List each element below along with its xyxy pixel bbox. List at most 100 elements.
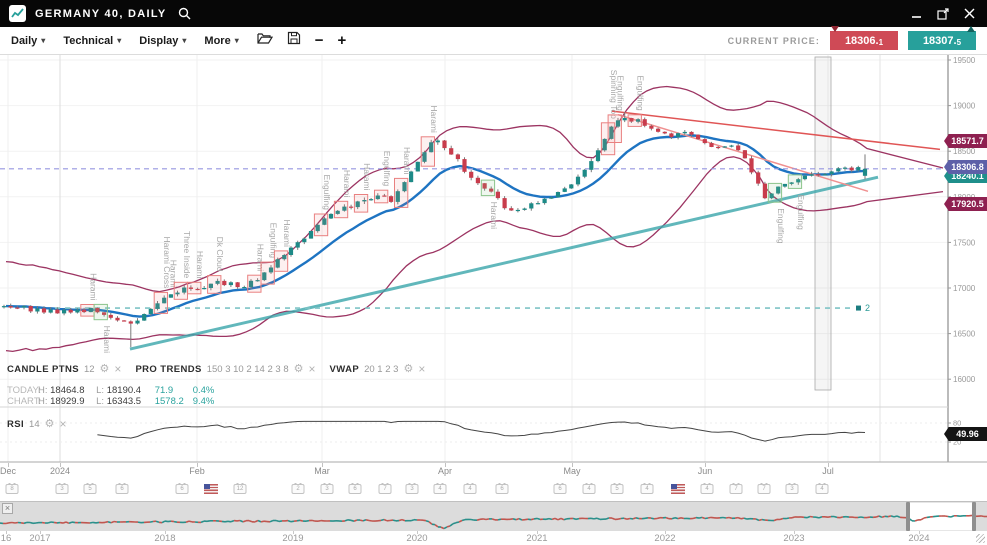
x-axis-label: Jul bbox=[822, 466, 834, 476]
minimize-button[interactable] bbox=[911, 8, 922, 19]
anchor-label: 2 bbox=[865, 303, 870, 313]
display-menu[interactable]: Display▾ bbox=[139, 35, 186, 47]
flag-us-icon[interactable] bbox=[671, 484, 685, 494]
calendar-event-icon[interactable]: 3 bbox=[786, 484, 799, 494]
current-price-tag: 18306.8 bbox=[944, 160, 987, 174]
popout-button[interactable] bbox=[937, 8, 949, 20]
flag-us-icon[interactable] bbox=[204, 484, 218, 494]
gear-icon[interactable]: ⚙ bbox=[294, 364, 304, 375]
calendar-event-icon[interactable]: 4 bbox=[641, 484, 654, 494]
calendar-event-icon[interactable]: 3 bbox=[321, 484, 334, 494]
x-axis-label: Mar bbox=[314, 466, 330, 476]
svg-text:Engulfing: Engulfing bbox=[382, 151, 392, 187]
svg-text:19000: 19000 bbox=[953, 102, 976, 111]
x-axis-label: 2024 bbox=[50, 466, 70, 476]
svg-text:Engulfing: Engulfing bbox=[322, 175, 332, 211]
close-button[interactable] bbox=[964, 8, 975, 19]
svg-text:Harami: Harami bbox=[282, 219, 292, 247]
vwap-indicator: VWAP20 1 2 3 ⚙× bbox=[330, 363, 426, 375]
navigator-right-handle[interactable] bbox=[972, 502, 976, 531]
calendar-event-icon[interactable]: 6 bbox=[176, 484, 189, 494]
save-icon[interactable] bbox=[287, 31, 301, 50]
remove-indicator-icon[interactable]: × bbox=[309, 363, 316, 375]
ask-price-badge[interactable]: 18307.5 bbox=[908, 31, 976, 50]
year-label: 2019 bbox=[282, 533, 303, 544]
remove-indicator-icon[interactable]: × bbox=[60, 418, 67, 430]
calendar-event-icon[interactable]: 4 bbox=[701, 484, 714, 494]
calendar-event-icon[interactable]: 6 bbox=[496, 484, 509, 494]
calendar-event-icon[interactable]: 8 bbox=[6, 484, 19, 494]
anchor-marker[interactable] bbox=[856, 306, 861, 311]
zoom-out-button[interactable]: − bbox=[315, 33, 324, 48]
calendar-event-icon[interactable]: 5 bbox=[611, 484, 624, 494]
rsi-panel[interactable]: 8020 bbox=[0, 419, 961, 447]
year-label: 2023 bbox=[783, 533, 804, 544]
zoom-in-button[interactable]: + bbox=[337, 33, 346, 48]
year-label: 2017 bbox=[29, 533, 50, 544]
candle-patterns-indicator: CANDLE PTNS12 ⚙× bbox=[7, 363, 121, 375]
gear-icon[interactable]: ⚙ bbox=[100, 364, 110, 375]
calendar-event-icon[interactable]: 4 bbox=[816, 484, 829, 494]
calendar-event-icon[interactable]: 12 bbox=[234, 484, 247, 494]
calendar-event-icon[interactable]: 4 bbox=[583, 484, 596, 494]
year-label: 2022 bbox=[654, 533, 675, 544]
year-label: 2018 bbox=[154, 533, 175, 544]
upper-band-price-tag: 18571.7 bbox=[944, 134, 987, 148]
chevron-down-icon: ▾ bbox=[182, 36, 186, 45]
svg-text:Dk Cloud: Dk Cloud bbox=[215, 237, 225, 272]
calendar-event-icon[interactable]: 6 bbox=[116, 484, 129, 494]
svg-text:16500: 16500 bbox=[953, 330, 976, 339]
resize-grip[interactable] bbox=[976, 534, 985, 543]
gear-icon[interactable]: ⚙ bbox=[403, 364, 413, 375]
remove-indicator-icon[interactable]: × bbox=[418, 363, 425, 375]
svg-text:Three Inside: Three Inside bbox=[182, 231, 192, 279]
svg-text:Harami: Harami bbox=[429, 105, 439, 133]
highlight-region[interactable] bbox=[815, 57, 831, 390]
lower-band-price-tag: 17920.5 bbox=[944, 197, 987, 211]
calendar-event-icon[interactable]: 2 bbox=[292, 484, 305, 494]
x-axis-label: Feb bbox=[189, 466, 205, 476]
x-axis-strip[interactable]: Dec2024FebMarAprMayJunJul bbox=[0, 463, 987, 479]
navigator-years-strip: 1620172018201920202021202220232024 bbox=[0, 531, 987, 545]
remove-indicator-icon[interactable]: × bbox=[114, 363, 121, 375]
calendar-event-icon[interactable]: 6 bbox=[554, 484, 567, 494]
more-menu[interactable]: More▾ bbox=[204, 35, 238, 47]
calendar-event-icon[interactable]: 6 bbox=[349, 484, 362, 494]
app-logo-icon bbox=[9, 5, 26, 22]
indicator-legend-row: CANDLE PTNS12 ⚙× PRO TRENDS150 3 10 2 14… bbox=[7, 363, 425, 375]
calendar-events-strip: 8 3 5 6 6 12 2 3 6 7 3 4 4 6 6 4 5 4 4 7 7 3 4 bbox=[0, 479, 987, 501]
chevron-down-icon: ▾ bbox=[117, 36, 121, 45]
timeline-navigator[interactable]: × bbox=[0, 501, 987, 531]
search-icon[interactable] bbox=[178, 7, 191, 20]
price-axis[interactable]: 1950019000185001800017500170001650016000 bbox=[948, 55, 976, 462]
gear-icon[interactable]: ⚙ bbox=[45, 419, 55, 430]
x-axis-label: Dec bbox=[0, 466, 16, 476]
resistance-trendline-1[interactable] bbox=[612, 111, 940, 149]
calendar-event-icon[interactable]: 7 bbox=[379, 484, 392, 494]
technical-menu[interactable]: Technical▾ bbox=[63, 35, 121, 47]
window-title: GERMANY 40, DAILY bbox=[35, 8, 167, 20]
calendar-event-icon[interactable]: 3 bbox=[406, 484, 419, 494]
timeframe-menu[interactable]: Daily▾ bbox=[11, 35, 45, 47]
navigator-left-handle[interactable] bbox=[906, 502, 910, 531]
calendar-event-icon[interactable]: 3 bbox=[56, 484, 69, 494]
svg-text:Engulfing: Engulfing bbox=[776, 208, 786, 244]
calendar-event-icon[interactable]: 7 bbox=[758, 484, 771, 494]
chart-toolbar: Daily▾ Technical▾ Display▾ More▾ − + CUR… bbox=[0, 27, 987, 55]
svg-text:Engulfing: Engulfing bbox=[636, 75, 646, 111]
chevron-down-icon: ▾ bbox=[235, 36, 239, 45]
calendar-event-icon[interactable]: 4 bbox=[464, 484, 477, 494]
x-axis-label: May bbox=[563, 466, 580, 476]
navigator-close-button[interactable]: × bbox=[2, 503, 13, 514]
calendar-event-icon[interactable]: 4 bbox=[434, 484, 447, 494]
calendar-event-icon[interactable]: 7 bbox=[730, 484, 743, 494]
open-folder-icon[interactable] bbox=[257, 32, 273, 50]
calendar-event-icon[interactable]: 5 bbox=[84, 484, 97, 494]
svg-text:16000: 16000 bbox=[953, 375, 976, 384]
year-label: 2020 bbox=[406, 533, 427, 544]
rsi-line bbox=[97, 421, 865, 441]
moving-average-line bbox=[6, 136, 867, 317]
bid-price-badge[interactable]: 18306.1 bbox=[830, 31, 898, 50]
chart-stats-row: CHART: H: 18929.9 L: 16343.5 1578.2 9.4% bbox=[7, 396, 214, 407]
year-label: 2024 bbox=[908, 533, 929, 544]
